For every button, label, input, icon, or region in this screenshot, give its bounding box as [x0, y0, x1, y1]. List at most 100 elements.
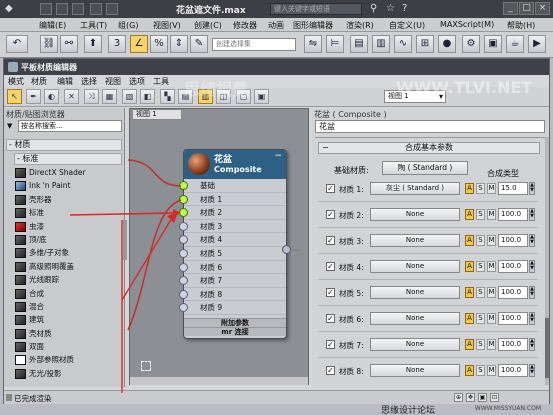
material-slot-button[interactable]: None [370, 286, 460, 299]
select-by-material-icon[interactable]: ▣ [254, 89, 269, 104]
material-slot-button[interactable]: None [370, 208, 460, 221]
node-header[interactable]: 花盆 Composite − [184, 150, 286, 179]
base-material-button[interactable]: 陶 ( Standard ) [382, 161, 468, 175]
additive-toggle[interactable]: A [465, 313, 474, 324]
layer-manager-icon[interactable]: ▤ [350, 35, 368, 53]
enable-checkbox[interactable]: ✓ [326, 262, 335, 271]
material-item[interactable]: 合成 [14, 287, 122, 300]
new-file-icon[interactable] [40, 3, 52, 15]
show-background-icon[interactable]: ◧ [140, 89, 155, 104]
amount-spinner[interactable]: ▲ ▼ [529, 182, 535, 195]
pick-material-icon[interactable]: ✒ [26, 89, 41, 104]
link-icon[interactable]: ⛓ [40, 35, 58, 53]
layout-children-icon[interactable]: ▤ [178, 89, 193, 104]
material-slot-button[interactable]: None [370, 312, 460, 325]
material-item[interactable]: DirectX Shader [14, 166, 122, 179]
slot-socket-icon[interactable] [179, 249, 188, 258]
node-slot-6[interactable]: 材质 6 [179, 261, 286, 275]
browser-search-input[interactable]: 按名称搜索... [18, 120, 122, 132]
material-item[interactable]: 壳材质 [14, 327, 122, 340]
material-slot-button[interactable]: None [370, 338, 460, 351]
assign-material-icon[interactable]: ◐ [44, 89, 59, 104]
mix-toggle[interactable]: M [487, 235, 496, 246]
additive-toggle[interactable]: A [465, 235, 474, 246]
node-slot-9[interactable]: 材质 9 [179, 301, 286, 315]
menu-animation[interactable]: 动画 [268, 20, 284, 31]
named-selection-dropdown[interactable]: 创建选择集 [212, 38, 296, 51]
menu-modifiers[interactable]: 修改器 [233, 20, 257, 31]
subtractive-toggle[interactable]: S [476, 261, 485, 272]
material-item[interactable]: Ink 'n Paint [14, 179, 122, 192]
material-item[interactable]: 标准 [14, 206, 122, 219]
editor-menu-edit[interactable]: 编辑 [57, 76, 73, 87]
mix-toggle[interactable]: M [487, 313, 496, 324]
enable-checkbox[interactable]: ✓ [326, 288, 335, 297]
group-materials[interactable]: - 材质 [6, 139, 122, 151]
subtractive-toggle[interactable]: S [476, 183, 485, 194]
additive-toggle[interactable]: A [465, 365, 474, 376]
snap-3d-icon[interactable]: 3 [108, 35, 126, 53]
mix-toggle[interactable]: M [487, 287, 496, 298]
amount-input[interactable]: 100.0 [498, 286, 528, 299]
mirror-icon[interactable]: ⇋ [304, 35, 322, 53]
open-file-icon[interactable] [56, 3, 68, 15]
node-slot-8[interactable]: 材质 8 [179, 288, 286, 302]
enable-checkbox[interactable]: ✓ [326, 210, 335, 219]
layout-all-icon[interactable]: ▚ [160, 89, 175, 104]
node-section-extra-params[interactable]: 附加参数 [184, 318, 286, 327]
slot-socket-icon[interactable] [179, 289, 188, 299]
menu-graph-editors[interactable]: 图形编辑器 [293, 20, 333, 31]
material-slot-button[interactable]: None [370, 364, 460, 377]
material-item[interactable]: 外部参照材质 [14, 353, 122, 366]
material-slot-button[interactable]: None [370, 234, 460, 247]
binoculars-icon[interactable]: ⚲ [370, 3, 377, 15]
render-setup-icon[interactable]: ⚙ [462, 35, 480, 53]
view-selector-dropdown[interactable]: 视图 1 [384, 90, 446, 103]
angle-snap-icon[interactable]: ∠ [130, 35, 148, 53]
render-icon[interactable]: ☕ [506, 35, 524, 53]
rendered-frame-icon[interactable]: ▣ [484, 35, 502, 53]
amount-input[interactable]: 100.0 [498, 338, 528, 351]
enable-checkbox[interactable]: ✓ [326, 184, 335, 193]
additive-toggle[interactable]: A [465, 183, 474, 194]
mix-toggle[interactable]: M [487, 209, 496, 220]
node-section-mr-connect[interactable]: mr 连接 [184, 327, 286, 336]
parameter-editor-icon[interactable]: ▢ [236, 89, 251, 104]
slot-socket-icon[interactable] [179, 276, 188, 286]
material-slot-button[interactable]: None [370, 260, 460, 273]
subtractive-toggle[interactable]: S [476, 313, 485, 324]
subtractive-toggle[interactable]: S [476, 339, 485, 350]
node-slot-7[interactable]: 材质 7 [179, 274, 286, 288]
subtractive-toggle[interactable]: S [476, 235, 485, 246]
material-item[interactable]: 壳形器 [14, 193, 122, 206]
menu-rendering[interactable]: 渲染(R) [346, 20, 374, 31]
material-item[interactable]: 光线跟踪 [14, 273, 122, 286]
editor-menu-select[interactable]: 选择 [81, 76, 97, 87]
material-id-icon[interactable]: ▥ [198, 89, 213, 104]
node-slot-4[interactable]: 材质 4 [179, 233, 286, 247]
view-tab[interactable]: 视图 1 [132, 109, 182, 120]
amount-input[interactable]: 100.0 [498, 364, 528, 377]
amount-input[interactable]: 100.0 [498, 234, 528, 247]
editor-menu-material[interactable]: 材质 [31, 76, 47, 87]
node-slot-3[interactable]: 材质 3 [179, 220, 286, 234]
show-map-icon[interactable]: ▧ [122, 89, 137, 104]
curve-editor-icon[interactable]: ∿ [394, 35, 412, 53]
zoom-icon[interactable]: ⊕ [454, 393, 463, 402]
minimize-button[interactable]: _ [503, 2, 518, 15]
zoom-extents-icon[interactable]: ▣ [478, 393, 487, 402]
delete-icon[interactable]: ✕ [64, 89, 79, 104]
amount-input[interactable]: 15.0 [498, 182, 528, 195]
amount-input[interactable]: 100.0 [498, 312, 528, 325]
editor-menu-options[interactable]: 选项 [129, 76, 145, 87]
output-socket-icon[interactable] [282, 245, 291, 254]
material-item[interactable]: 高级照明覆盖 [14, 260, 122, 273]
pan-icon[interactable]: ✥ [466, 393, 475, 402]
save-file-icon[interactable] [72, 3, 84, 15]
params-scroll-thumb[interactable] [545, 318, 549, 378]
help-search-input[interactable]: 键入关键字或短语 [270, 3, 362, 15]
percent-snap-icon[interactable]: % [150, 35, 168, 53]
node-view-canvas[interactable]: 视图 1 花盆 Composite − 基础 材质 1 材质 2 材质 3 材质… [129, 108, 309, 385]
amount-spinner[interactable]: ▲ ▼ [529, 312, 535, 325]
additive-toggle[interactable]: A [465, 209, 474, 220]
